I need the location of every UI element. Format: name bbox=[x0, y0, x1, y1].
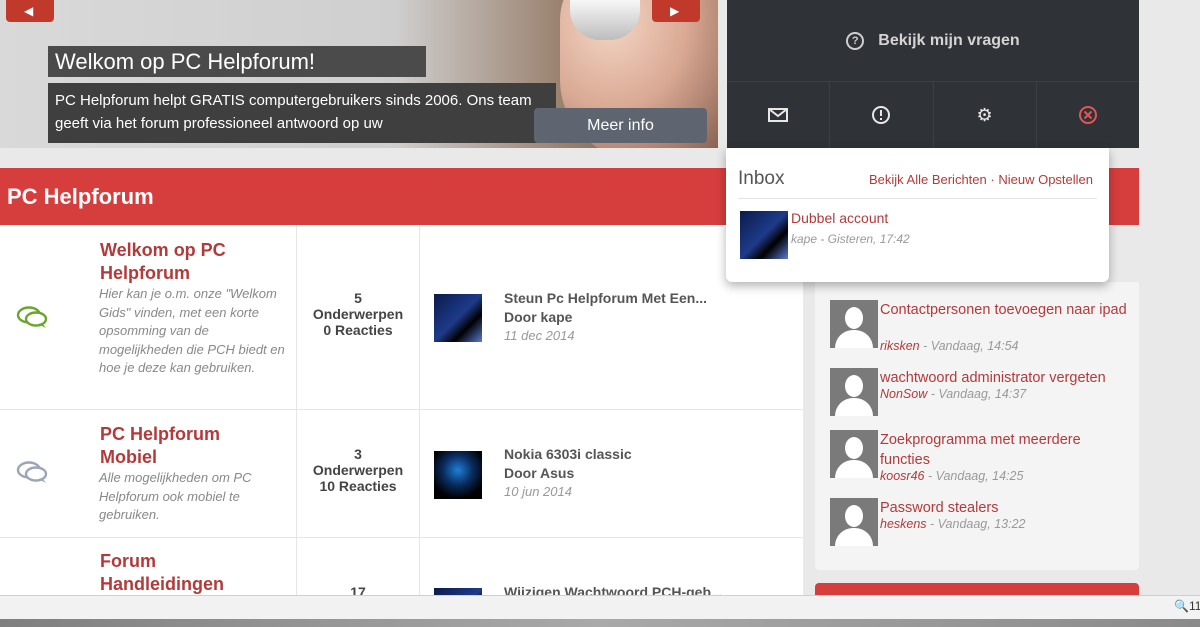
my-questions-link[interactable]: ? Bekijk mijn vragen bbox=[727, 0, 1139, 82]
settings-button[interactable]: ⚙ bbox=[934, 82, 1037, 148]
recent-topic-meta: koosr46 - Vandaag, 14:25 bbox=[880, 469, 1023, 483]
inbox-link-separator: · bbox=[990, 172, 995, 187]
zoom-icon: 🔍 bbox=[1174, 599, 1189, 613]
topic-count: 17 bbox=[350, 584, 366, 595]
last-post-date: 10 jun 2014 bbox=[504, 484, 572, 499]
compose-message-link[interactable]: Nieuw Opstellen bbox=[998, 172, 1093, 187]
forum-stats: 5 Onderwerpen 0 Reacties bbox=[296, 225, 420, 409]
gear-icon: ⚙ bbox=[976, 104, 993, 126]
messages-button[interactable] bbox=[727, 82, 831, 148]
last-post-author[interactable]: Door kape bbox=[504, 309, 572, 325]
last-post-avatar[interactable] bbox=[434, 451, 482, 499]
inbox-links: Bekijk Alle Berichten · Nieuw Opstellen bbox=[869, 172, 1093, 187]
recent-topic-time: - Vandaag, 13:22 bbox=[926, 517, 1026, 531]
last-post-date: 11 dec 2014 bbox=[504, 328, 575, 343]
recent-topic-meta: riksken - Vandaag, 14:54 bbox=[880, 339, 1019, 353]
hero-title: Welkom op PC Helpforum! bbox=[48, 46, 426, 77]
envelope-icon bbox=[768, 108, 789, 122]
question-icon: ? bbox=[846, 31, 865, 50]
avatar[interactable] bbox=[740, 211, 788, 259]
forum-list: Welkom op PC Helpforum Hier kan je o.m. … bbox=[0, 225, 803, 595]
last-post-title[interactable]: Wijzigen Wachtwoord PCH-geb... bbox=[504, 584, 723, 595]
forum-title[interactable]: Forum Handleidingen bbox=[100, 550, 280, 595]
inbox-dropdown: Inbox Bekijk Alle Berichten · Nieuw Opst… bbox=[726, 148, 1109, 282]
arrow-right-icon: ▶ bbox=[670, 4, 680, 18]
close-circle-icon bbox=[1078, 106, 1097, 124]
my-questions-label: Bekijk mijn vragen bbox=[878, 31, 1020, 49]
forum-title[interactable]: Welkom op PC Helpforum bbox=[100, 239, 280, 285]
chat-bubbles-icon bbox=[16, 306, 48, 328]
logout-button[interactable] bbox=[1037, 82, 1139, 148]
forum-title[interactable]: PC Helpforum Mobiel bbox=[100, 423, 280, 469]
slider-next-button[interactable]: ▶ bbox=[652, 0, 700, 22]
slider-prev-button[interactable]: ◀ bbox=[6, 0, 54, 22]
recent-topic-user[interactable]: NonSow bbox=[880, 387, 927, 401]
notifications-button[interactable] bbox=[830, 82, 934, 148]
user-panel: ? Bekijk mijn vragen ⚙ bbox=[727, 0, 1139, 148]
recent-topic-title[interactable]: Zoekprogramma met meerdere functies bbox=[880, 430, 1130, 470]
recent-topic-time: - Vandaag, 14:54 bbox=[919, 339, 1019, 353]
hero-banner: ◀ ▶ Welkom op PC Helpforum! PC Helpforum… bbox=[0, 0, 718, 148]
recent-topic-title[interactable]: Password stealers bbox=[880, 498, 1130, 518]
avatar bbox=[830, 368, 878, 416]
alert-icon bbox=[872, 106, 891, 124]
forum-description: Alle mogelijkheden om PC Helpforum ook m… bbox=[99, 470, 252, 522]
chat-bubbles-icon bbox=[16, 461, 48, 483]
recent-topic-user[interactable]: heskens bbox=[880, 517, 927, 531]
arrow-left-icon: ◀ bbox=[24, 4, 34, 18]
message-meta: kape - Gisteren, 17:42 bbox=[791, 232, 910, 246]
recent-topic-user[interactable]: riksken bbox=[880, 339, 920, 353]
topic-label: Onderwerpen bbox=[312, 306, 404, 322]
recent-topic-title[interactable]: wachtwoord administrator vergeten bbox=[880, 368, 1130, 388]
forum-row: Forum Handleidingen 17 Wijzigen Wachtwoo… bbox=[0, 538, 803, 595]
inbox-divider bbox=[738, 198, 1097, 199]
forum-stats: 17 bbox=[296, 538, 420, 595]
recent-topic-meta: heskens - Vandaag, 13:22 bbox=[880, 517, 1025, 531]
taskbar bbox=[0, 619, 1200, 627]
avatar bbox=[830, 498, 878, 546]
avatar bbox=[830, 300, 878, 348]
last-post-title[interactable]: Nokia 6303i classic bbox=[504, 446, 632, 462]
view-all-messages-link[interactable]: Bekijk Alle Berichten bbox=[869, 172, 987, 187]
hero-text: PC Helpforum helpt GRATIS computergebrui… bbox=[48, 83, 556, 143]
more-info-button[interactable]: Meer info bbox=[534, 108, 707, 143]
zoom-value: 115% bbox=[1188, 599, 1200, 613]
user-icon-row: ⚙ bbox=[727, 82, 1139, 148]
recent-topic-user[interactable]: koosr46 bbox=[880, 469, 924, 483]
forum-row: PC Helpforum Mobiel Alle mogelijkheden o… bbox=[0, 410, 803, 538]
message-subject[interactable]: Dubbel account bbox=[791, 210, 888, 226]
last-post-author[interactable]: Door Asus bbox=[504, 465, 574, 481]
recent-topic-time: - Vandaag, 14:37 bbox=[927, 387, 1027, 401]
zoom-level[interactable]: 🔍115% bbox=[1174, 599, 1200, 613]
last-post-avatar[interactable] bbox=[434, 294, 482, 342]
recent-topic-title[interactable]: Contactpersonen toevoegen naar ipad bbox=[880, 300, 1130, 320]
inbox-title: Inbox bbox=[738, 168, 785, 189]
sidebar-next-header bbox=[815, 583, 1139, 595]
reply-count: 0 Reacties bbox=[323, 322, 393, 338]
recent-topic-meta: NonSow - Vandaag, 14:37 bbox=[880, 387, 1026, 401]
forum-stats: 3 Onderwerpen 10 Reacties bbox=[296, 410, 420, 537]
avatar bbox=[830, 430, 878, 478]
topic-count: 5 bbox=[354, 290, 362, 306]
browser-status-bar: 🔍115% bbox=[0, 595, 1200, 619]
topic-count: 3 bbox=[354, 446, 362, 462]
last-post-avatar[interactable] bbox=[434, 588, 482, 595]
recent-topic-time: - Vandaag, 14:25 bbox=[924, 469, 1024, 483]
reply-count: 10 Reacties bbox=[319, 478, 397, 494]
last-post-title[interactable]: Steun Pc Helpforum Met Een... bbox=[504, 290, 707, 306]
recent-topics-box: Contactpersonen toevoegen naar ipad riks… bbox=[815, 282, 1139, 570]
forum-category-header: PC Helpforum bbox=[0, 168, 803, 225]
topic-label: Onderwerpen bbox=[312, 462, 404, 478]
forum-row: Welkom op PC Helpforum Hier kan je o.m. … bbox=[0, 225, 803, 410]
forum-description: Hier kan je o.m. onze "Welkom Gids" vind… bbox=[99, 286, 285, 375]
